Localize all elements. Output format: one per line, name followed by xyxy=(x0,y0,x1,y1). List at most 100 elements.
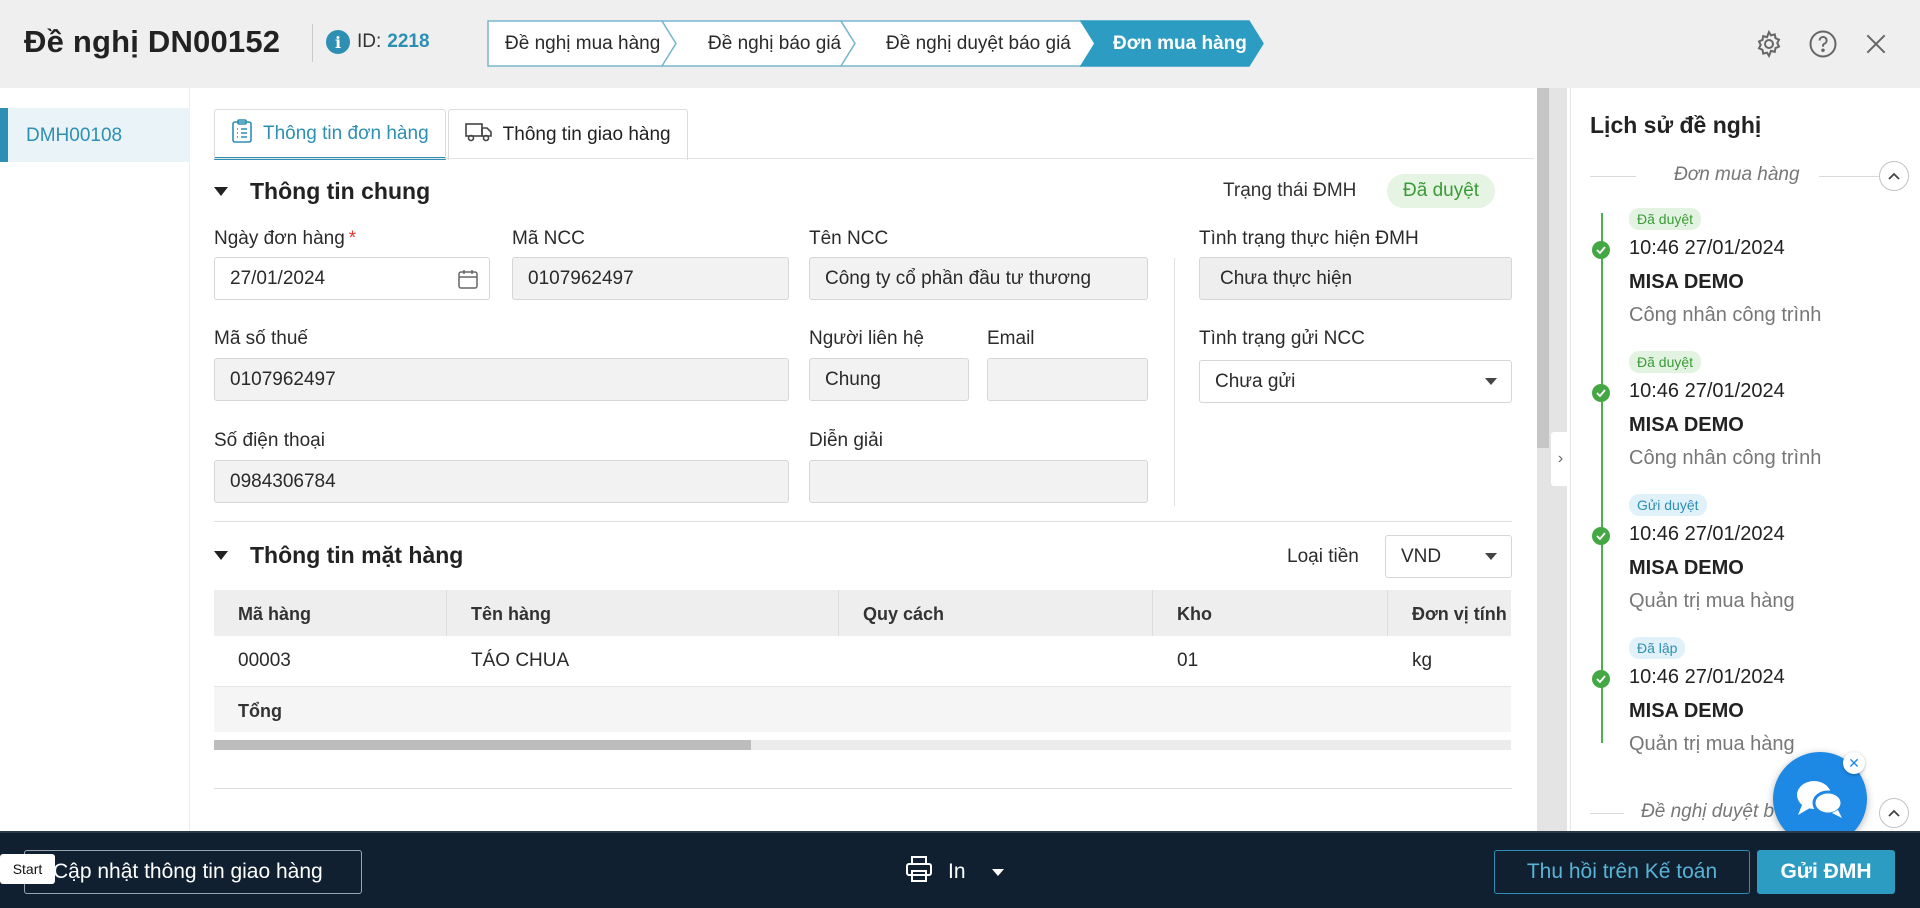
send-status-value: Chưa gửi xyxy=(1215,371,1296,392)
order-list-item[interactable]: DMH00108 xyxy=(0,108,190,162)
update-delivery-button[interactable]: Cập nhật thông tin giao hàng xyxy=(24,850,362,894)
table-total-row: Tổng xyxy=(214,687,1511,732)
phone-field[interactable]: 0984306784 xyxy=(214,460,789,503)
table-hscrollbar[interactable] xyxy=(214,740,1511,750)
header-bar: Đề nghị DN00152 i ID: 2218 Đề nghị mua h… xyxy=(0,0,1920,88)
check-icon xyxy=(1592,670,1610,688)
email-field[interactable] xyxy=(987,358,1148,401)
send-status-select[interactable]: Chưa gửi xyxy=(1199,360,1512,403)
event-role: Quản trị mua hàng xyxy=(1629,590,1795,612)
tab-order-info-label: Thông tin đơn hàng xyxy=(263,122,429,144)
tab-bar: Thông tin đơn hàng Thông tin giao hàng xyxy=(214,109,690,161)
footer-bar: Cập nhật thông tin giao hàng Start In Th… xyxy=(0,831,1920,908)
event-user: MISA DEMO xyxy=(1629,700,1744,722)
clipboard-icon xyxy=(231,118,253,149)
tab-order-info[interactable]: Thông tin đơn hàng xyxy=(214,109,446,160)
check-icon xyxy=(1592,241,1610,259)
cell-item-code: 00003 xyxy=(238,650,291,671)
status-badge: Đã duyệt xyxy=(1387,174,1496,208)
chat-bubble-icon xyxy=(1797,781,1844,818)
status-label: Trạng thái ĐMH xyxy=(1223,180,1357,201)
send-order-button[interactable]: Gửi ĐMH xyxy=(1757,850,1895,894)
col-item-code[interactable]: Mã hàng xyxy=(214,590,447,636)
items-table: Mã hàng Tên hàng Quy cách Kho Đơn vị tín… xyxy=(214,590,1511,732)
page-title: Đề nghị DN00152 xyxy=(24,24,281,59)
order-date-field[interactable]: 27/01/2024 xyxy=(214,257,490,300)
order-list: DMH00108 xyxy=(0,88,190,831)
info-icon: i xyxy=(326,30,350,54)
event-badge: Đã lập xyxy=(1629,637,1686,659)
form-scroll-thumb[interactable] xyxy=(1537,88,1549,448)
col-item-name[interactable]: Tên hàng xyxy=(447,590,839,636)
note-field[interactable] xyxy=(809,460,1148,503)
items-heading[interactable]: Thông tin mặt hàng xyxy=(214,542,463,569)
tab-delivery-info[interactable]: Thông tin giao hàng xyxy=(447,109,688,160)
tab-underline xyxy=(214,158,1534,159)
exec-status-field: Chưa thực hiện xyxy=(1199,257,1512,300)
group-label-order: Đơn mua hàng xyxy=(1674,164,1800,185)
group-divider-left xyxy=(1590,176,1636,177)
collapse-group-button[interactable] xyxy=(1879,161,1909,191)
supplier-code-field[interactable]: 0107962497 xyxy=(512,257,789,300)
supplier-name-field[interactable]: Công ty cổ phần đầu tư thương xyxy=(809,257,1148,300)
event-role: Công nhân công trình xyxy=(1629,447,1822,469)
supplier-code-label: Mã NCC xyxy=(512,228,585,249)
note-label: Diễn giải xyxy=(809,430,883,451)
general-info-title: Thông tin chung xyxy=(250,178,431,204)
currency-select[interactable]: VND xyxy=(1385,535,1512,578)
panel-toggle-button[interactable]: › xyxy=(1551,432,1570,486)
event-time: 10:46 27/01/2024 xyxy=(1629,666,1785,688)
supplier-name-label: Tên NCC xyxy=(809,228,889,249)
truck-icon xyxy=(464,121,493,149)
step-quote-request[interactable]: Đề nghị báo giá xyxy=(708,33,841,55)
order-date-label: Ngày đơn hàng * xyxy=(214,228,356,250)
section-divider xyxy=(214,521,1512,522)
print-dropdown-icon[interactable] xyxy=(991,868,1004,876)
cell-spec xyxy=(839,636,1153,686)
tax-code-field[interactable]: 0107962497 xyxy=(214,358,789,401)
cell-unit: kg xyxy=(1412,650,1433,671)
exec-status-label: Tình trạng thực hiện ĐMH xyxy=(1199,228,1419,249)
chevron-up-icon xyxy=(1888,172,1900,180)
history-panel: Lịch sử đề nghị Đơn mua hàng Đã duyệt 10… xyxy=(1570,88,1920,831)
help-icon[interactable] xyxy=(1806,27,1840,61)
hscroll-thumb[interactable] xyxy=(214,740,751,750)
general-info-heading[interactable]: Thông tin chung xyxy=(214,178,430,205)
collapse-triangle-icon[interactable] xyxy=(214,187,228,196)
order-date-label-text: Ngày đơn hàng xyxy=(214,228,345,249)
collapse-triangle-icon[interactable] xyxy=(214,551,228,560)
event-badge: Đã duyệt xyxy=(1629,208,1702,230)
email-label: Email xyxy=(987,328,1035,349)
table-header: Mã hàng Tên hàng Quy cách Kho Đơn vị tín… xyxy=(214,590,1511,636)
footer-border xyxy=(0,831,1920,833)
chat-close-icon[interactable]: ✕ xyxy=(1843,752,1865,774)
recall-accounting-button[interactable]: Thu hồi trên Kế toán xyxy=(1494,850,1750,894)
column-divider xyxy=(1174,258,1175,506)
send-status-label: Tình trạng gửi NCC xyxy=(1199,328,1365,349)
print-button[interactable]: In xyxy=(904,855,1004,889)
col-spec[interactable]: Quy cách xyxy=(839,590,1153,636)
contact-field[interactable]: Chung xyxy=(809,358,969,401)
col-unit[interactable]: Đơn vị tính xyxy=(1388,590,1511,636)
collapse-group-button-2[interactable] xyxy=(1879,798,1909,828)
step-purchase-order[interactable]: Đơn mua hàng xyxy=(1113,33,1247,55)
event-time: 10:46 27/01/2024 xyxy=(1629,523,1785,545)
chevron-down-icon xyxy=(1485,378,1497,385)
step-purchase-request[interactable]: Đề nghị mua hàng xyxy=(505,33,660,55)
timeline-line xyxy=(1601,213,1603,743)
gear-icon[interactable] xyxy=(1752,27,1786,61)
items-title: Thông tin mặt hàng xyxy=(250,542,464,568)
contact-label: Người liên hệ xyxy=(809,328,924,349)
event-role: Công nhân công trình xyxy=(1629,304,1822,326)
currency-label: Loại tiền xyxy=(1287,546,1359,567)
record-id: i ID: 2218 xyxy=(326,30,430,54)
table-row[interactable]: 00003 TÁO CHUA 01 kg xyxy=(214,636,1511,687)
close-icon[interactable] xyxy=(1859,27,1893,61)
start-button[interactable]: Start xyxy=(0,854,55,884)
event-badge: Đã duyệt xyxy=(1629,351,1702,373)
group-label-quote-approval: Đề nghị duyệt b xyxy=(1641,801,1775,822)
calendar-icon[interactable] xyxy=(456,267,480,297)
step-quote-approval[interactable]: Đề nghị duyệt báo giá xyxy=(886,33,1071,55)
col-warehouse[interactable]: Kho xyxy=(1153,590,1388,636)
id-value: 2218 xyxy=(387,31,430,52)
